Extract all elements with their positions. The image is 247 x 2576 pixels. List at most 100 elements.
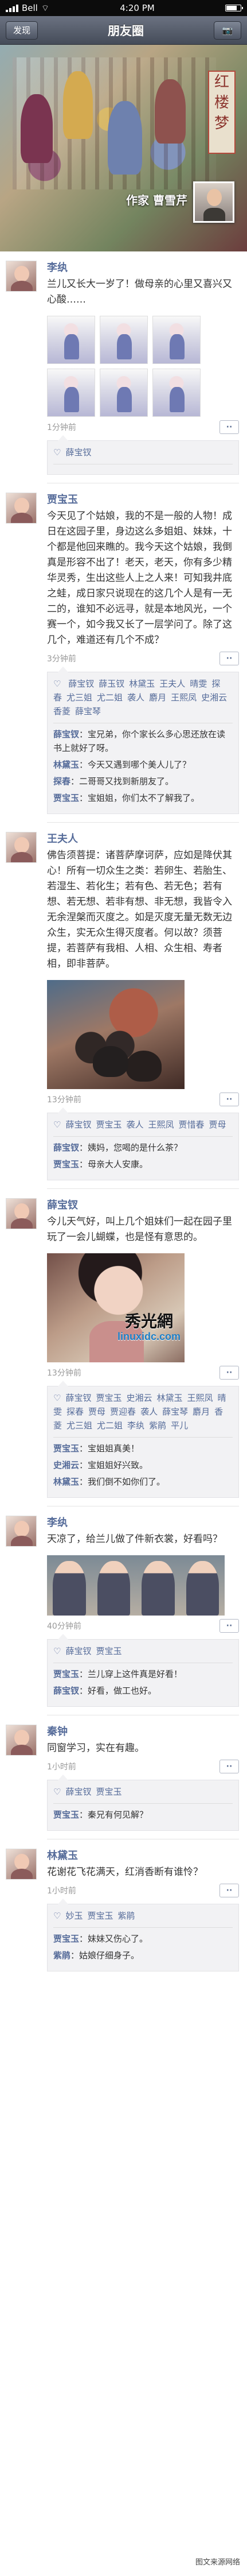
like-name[interactable]: 紫鹃	[149, 1420, 166, 1431]
like-name[interactable]: 紫鹃	[117, 1911, 135, 1921]
like-name[interactable]: 薛玉钗	[99, 679, 124, 689]
comment-author[interactable]: 薛宝钗	[53, 1142, 79, 1153]
like-name[interactable]: 薛宝钗	[65, 1120, 91, 1130]
post-author[interactable]: 李纨	[47, 1516, 239, 1531]
like-name[interactable]: 王熙凤	[171, 692, 197, 703]
like-name[interactable]: 薛宝琴	[162, 1407, 188, 1417]
like-name[interactable]: 史湘云	[126, 1393, 152, 1403]
comment-row[interactable]: 史湘云：宝姐姐好兴致。	[53, 1458, 233, 1472]
like-name[interactable]: 尤二姐	[97, 1420, 123, 1431]
avatar[interactable]	[6, 1849, 37, 1880]
avatar[interactable]	[6, 493, 37, 524]
comment-author[interactable]: 贾宝玉	[53, 1159, 79, 1169]
like-name[interactable]: 晴雯	[190, 679, 207, 689]
avatar[interactable]	[6, 1516, 37, 1547]
clothes-photo[interactable]	[47, 1555, 225, 1616]
post-photo[interactable]	[47, 316, 95, 364]
comment-author[interactable]: 史湘云	[53, 1460, 79, 1470]
comment-author[interactable]: 薛宝钗	[53, 1686, 79, 1696]
like-name[interactable]: 薛宝钗	[65, 447, 91, 458]
like-name[interactable]: 林黛玉	[157, 1393, 183, 1403]
post-author[interactable]: 贾宝玉	[47, 493, 239, 508]
comment-row[interactable]: 薛宝钗：宝兄弟，你个家长么多心思还放在读书上就好了呀。	[53, 727, 233, 755]
like-name[interactable]: 王熙凤	[187, 1393, 213, 1403]
like-name[interactable]: 薛宝钗	[65, 1393, 91, 1403]
like-name[interactable]: 贾宝玉	[96, 1120, 121, 1130]
avatar[interactable]	[6, 261, 37, 292]
like-name[interactable]: 贾惜春	[179, 1120, 205, 1130]
post-author[interactable]: 秦钟	[47, 1725, 239, 1740]
like-name[interactable]: 探春	[66, 1407, 84, 1417]
post-photo[interactable]	[100, 369, 148, 417]
comment-row[interactable]: 林黛玉：今天又遇到哪个美人儿了？	[53, 758, 233, 772]
like-name[interactable]: 李纨	[127, 1420, 144, 1431]
comment-row[interactable]: 林黛玉：我们倒不如你们了。	[53, 1475, 233, 1489]
moments-cover[interactable]: 红楼梦 作家 曹雪芹	[0, 45, 247, 251]
like-name[interactable]: 平儿	[171, 1420, 188, 1431]
like-name[interactable]: 尤三姐	[66, 1420, 92, 1431]
comment-row[interactable]: 贾宝玉：宝姐姐真美！	[53, 1442, 233, 1455]
like-name[interactable]: 贾母	[88, 1407, 105, 1417]
post-author[interactable]: 薛宝钗	[47, 1198, 239, 1213]
like-name[interactable]: 袭人	[126, 1120, 143, 1130]
post-author[interactable]: 林黛玉	[47, 1849, 239, 1864]
comment-row[interactable]: 贾宝玉：宝姐姐，你们太不了解我了。	[53, 791, 233, 805]
like-name[interactable]: 薛宝琴	[75, 706, 101, 716]
like-name[interactable]: 香菱	[53, 706, 70, 716]
comment-button[interactable]: ··	[219, 420, 239, 434]
like-name[interactable]: 尤三姐	[66, 692, 92, 703]
comment-row[interactable]: 贾宝玉：母亲大人安康。	[53, 1157, 233, 1171]
like-name[interactable]: 史湘云	[201, 692, 227, 703]
comment-row[interactable]: 薛宝钗：好看，做工也好。	[53, 1684, 233, 1698]
post-photo[interactable]	[152, 316, 201, 364]
avatar[interactable]	[6, 1198, 37, 1229]
comment-author[interactable]: 林黛玉	[53, 760, 79, 770]
post-photo[interactable]	[100, 316, 148, 364]
post-photo[interactable]	[47, 369, 95, 417]
back-button[interactable]: 发现	[6, 21, 38, 40]
post-author[interactable]: 李纨	[47, 261, 239, 276]
post-photo[interactable]	[152, 369, 201, 417]
avatar[interactable]	[6, 1725, 37, 1756]
comment-author[interactable]: 贾宝玉	[53, 793, 79, 803]
comment-author[interactable]: 探春	[53, 776, 70, 787]
comment-author[interactable]: 紫鹃	[53, 1950, 70, 1961]
like-name[interactable]: 贾母	[209, 1120, 226, 1130]
comment-row[interactable]: 贾宝玉：兰儿穿上这件真是好看！	[53, 1667, 233, 1681]
comment-author[interactable]: 贾宝玉	[53, 1934, 79, 1944]
like-name[interactable]: 薛宝钗	[65, 1787, 91, 1797]
comment-author[interactable]: 贾宝玉	[53, 1443, 79, 1454]
like-name[interactable]: 袭人	[127, 692, 144, 703]
like-name[interactable]: 林黛玉	[129, 679, 155, 689]
comment-author[interactable]: 薛宝钗	[53, 729, 79, 739]
comment-row[interactable]: 薛宝钗：姨妈，您喝的是什么茶？	[53, 1141, 233, 1155]
post-author[interactable]: 王夫人	[47, 832, 239, 847]
portrait-photo[interactable]	[47, 1253, 185, 1362]
comment-button[interactable]: ··	[219, 1093, 239, 1106]
avatar[interactable]	[6, 832, 37, 863]
owner-avatar[interactable]	[193, 181, 234, 223]
comment-button[interactable]: ··	[219, 1760, 239, 1773]
like-name[interactable]: 薛宝钗	[65, 1646, 91, 1656]
like-name[interactable]: 麝月	[193, 1407, 210, 1417]
like-name[interactable]: 妙玉	[65, 1911, 83, 1921]
like-name[interactable]: 尤二姐	[97, 692, 123, 703]
like-name[interactable]: 麝月	[149, 692, 166, 703]
like-name[interactable]: 王熙凤	[148, 1120, 174, 1130]
camera-button[interactable]: 📷	[213, 21, 241, 40]
comment-row[interactable]: 紫鹃：姑娘仔细身子。	[53, 1949, 233, 1962]
tea-photo[interactable]	[47, 980, 185, 1089]
comment-button[interactable]: ··	[219, 1366, 239, 1380]
comment-row[interactable]: 贾宝玉：秦兄有何见解？	[53, 1808, 233, 1822]
comment-row[interactable]: 探春：二哥哥又找到新朋友了。	[53, 774, 233, 788]
like-name[interactable]: 袭人	[140, 1407, 158, 1417]
comment-button[interactable]: ··	[219, 1619, 239, 1633]
comment-row[interactable]: 贾宝玉：妹妹又伤心了。	[53, 1932, 233, 1946]
like-name[interactable]: 薛宝钗	[68, 679, 94, 689]
like-name[interactable]: 贾宝玉	[96, 1646, 121, 1656]
comment-author[interactable]: 贾宝玉	[53, 1810, 79, 1820]
comment-author[interactable]: 林黛玉	[53, 1477, 79, 1487]
like-name[interactable]: 贾迎春	[110, 1407, 136, 1417]
comment-button[interactable]: ··	[219, 1884, 239, 1897]
like-name[interactable]: 王夫人	[159, 679, 185, 689]
